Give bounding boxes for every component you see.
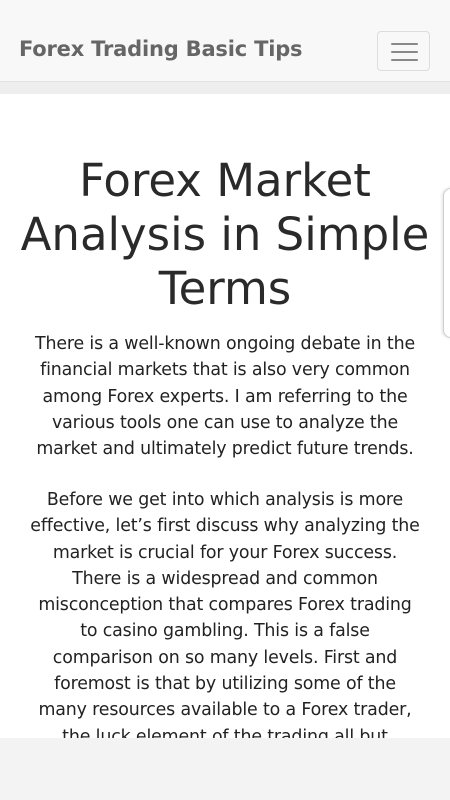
article-paragraph: Before we get into which analysis is mor… bbox=[30, 490, 420, 738]
site-brand-link[interactable]: Forex Trading Basic Tips bbox=[19, 37, 303, 61]
edge-panel-handle[interactable] bbox=[443, 188, 450, 338]
navbar: Forex Trading Basic Tips bbox=[0, 0, 450, 82]
article-title: Forex Market Analysis in Simple Terms bbox=[20, 154, 430, 315]
hamburger-menu-icon bbox=[391, 59, 418, 61]
header-divider bbox=[0, 82, 450, 94]
article-content[interactable]: Forex Market Analysis in Simple Terms Th… bbox=[0, 94, 450, 738]
bottom-bar bbox=[0, 738, 450, 800]
hamburger-menu-icon bbox=[391, 51, 418, 53]
hamburger-menu-icon bbox=[391, 43, 418, 45]
article-paragraph: There is a well-known ongoing debate in … bbox=[34, 334, 416, 460]
menu-toggle-button[interactable] bbox=[377, 31, 430, 71]
